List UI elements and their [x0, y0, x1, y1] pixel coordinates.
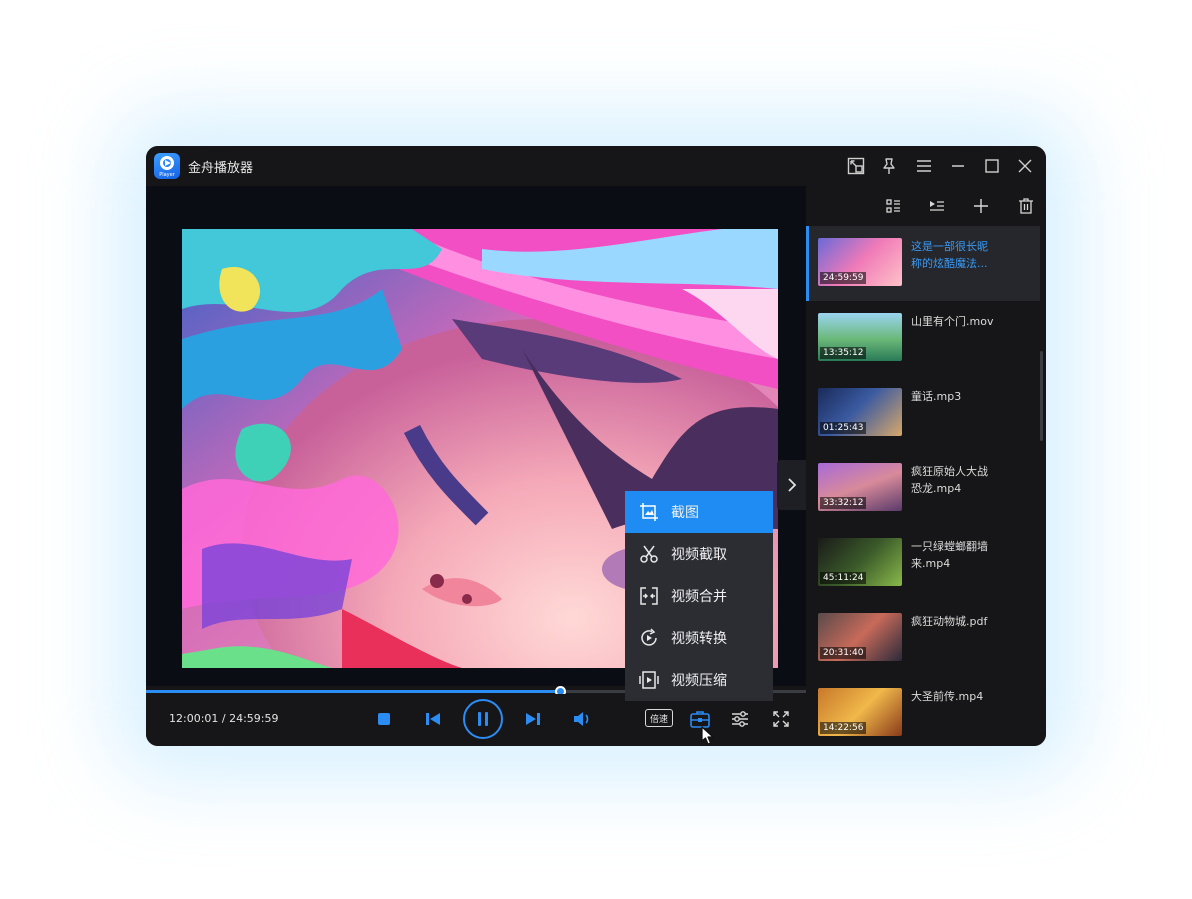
playlist-item[interactable]: 20:31:40 疯狂动物城.pdf [806, 601, 1040, 676]
video-thumbnail: 13:35:12 [818, 313, 902, 361]
menu-item-label: 截图 [671, 505, 699, 521]
video-thumbnail: 14:22:56 [818, 688, 902, 736]
duration-label: 14:22:56 [820, 722, 867, 734]
merge-icon [639, 586, 659, 606]
previous-button[interactable] [423, 709, 443, 729]
playlist-item-title: 一只绿螳螂翻墙来.mp4 [911, 540, 988, 570]
delete-button[interactable] [1014, 194, 1038, 218]
playlist-item-title: 童话.mp3 [911, 390, 962, 403]
pin-button[interactable] [877, 154, 901, 178]
maximize-icon [985, 159, 999, 173]
menu-item-video-convert[interactable]: 视频转换 [625, 617, 773, 659]
next-button[interactable] [523, 709, 543, 729]
minimize-icon [952, 165, 964, 167]
convert-icon [639, 628, 659, 648]
menu-button[interactable] [912, 154, 936, 178]
list-view-icon [886, 199, 900, 213]
app-logo-icon: Player [154, 153, 180, 179]
stop-icon [378, 713, 390, 725]
playlist-item-title: 疯狂原始人大战恐龙.mp4 [911, 465, 988, 495]
play-mode-button[interactable] [925, 194, 949, 218]
close-button[interactable] [1013, 154, 1037, 178]
video-thumbnail: 45:11:24 [818, 538, 902, 586]
playlist-item-title: 疯狂动物城.pdf [911, 615, 988, 628]
app-title: 金舟播放器 [188, 161, 254, 176]
duration-label: 24:59:59 [820, 272, 867, 284]
menu-item-label: 视频截取 [671, 547, 727, 563]
time-display: 12:00:01 / 24:59:59 [169, 712, 279, 725]
menu-item-video-compress[interactable]: 视频压缩 [625, 659, 773, 701]
settings-button[interactable] [729, 708, 751, 730]
playlist-item-title: 这是一部很长昵称的炫酷魔法... [911, 240, 988, 270]
minimize-button[interactable] [946, 154, 970, 178]
chevron-right-icon [788, 478, 797, 492]
speed-button[interactable]: 倍速 [645, 709, 673, 727]
playlist-item[interactable]: 45:11:24 一只绿螳螂翻墙来.mp4 [806, 526, 1040, 601]
menu-item-screenshot[interactable]: 截图 [625, 491, 773, 533]
volume-button[interactable] [572, 709, 592, 729]
video-thumbnail: 20:31:40 [818, 613, 902, 661]
title-bar: Player 金舟播放器 [146, 146, 1046, 186]
add-file-button[interactable] [969, 194, 993, 218]
sliders-icon [732, 711, 748, 727]
video-thumbnail: 33:32:12 [818, 463, 902, 511]
duration-label: 45:11:24 [820, 572, 867, 584]
playlist-item[interactable]: 14:22:56 大圣前传.mp4 [806, 676, 1040, 746]
app-logo-text: Player [159, 172, 175, 178]
pause-button[interactable] [463, 699, 503, 739]
playlist-item[interactable]: 13:35:12 山里有个门.mov [806, 301, 1040, 376]
video-thumbnail: 24:59:59 [818, 238, 902, 286]
collapse-sidebar-button[interactable] [777, 460, 807, 510]
menu-item-label: 视频合并 [671, 589, 727, 605]
playlist-item-title: 山里有个门.mov [911, 315, 994, 328]
playlist-scrollbar[interactable] [1040, 351, 1043, 441]
hamburger-icon [917, 160, 931, 172]
scissors-icon [639, 544, 659, 564]
pin-icon [883, 158, 895, 174]
duration-label: 20:31:40 [820, 647, 867, 659]
close-icon [1018, 159, 1032, 173]
mini-mode-icon [847, 157, 865, 175]
trash-icon [1019, 198, 1033, 214]
list-view-button[interactable] [881, 194, 905, 218]
stop-button[interactable] [374, 709, 394, 729]
playlist-item[interactable]: 24:59:59 这是一部很长昵称的炫酷魔法... [806, 226, 1040, 301]
fullscreen-icon [773, 711, 789, 727]
playlist-sidebar: 24:59:59 这是一部很长昵称的炫酷魔法... 13:35:12 山里有个门… [806, 186, 1046, 746]
player-window: Player 金舟播放器 12:00:01 / 24:59:59 倍速 截图 视… [146, 146, 1046, 746]
tools-menu: 截图 视频截取 视频合并 视频转换 视频压缩 [625, 491, 773, 701]
duration-label: 13:35:12 [820, 347, 867, 359]
seek-bar-fill [146, 690, 560, 693]
mini-mode-button[interactable] [844, 154, 868, 178]
duration-label: 01:25:43 [820, 422, 867, 434]
menu-item-video-clip[interactable]: 视频截取 [625, 533, 773, 575]
playlist-item[interactable]: 33:32:12 疯狂原始人大战恐龙.mp4 [806, 451, 1040, 526]
playlist-item-title: 大圣前传.mp4 [911, 690, 984, 703]
pause-icon [478, 712, 488, 726]
playlist-item[interactable]: 01:25:43 童话.mp3 [806, 376, 1040, 451]
menu-item-label: 视频压缩 [671, 673, 727, 689]
playlist-toolbar [806, 186, 1046, 226]
skip-next-icon [526, 713, 540, 725]
duration-label: 33:32:12 [820, 497, 867, 509]
fullscreen-button[interactable] [770, 708, 792, 730]
compress-icon [639, 670, 659, 690]
skip-previous-icon [426, 713, 440, 725]
playlist-play-icon [930, 201, 944, 211]
mouse-cursor-icon [701, 726, 714, 745]
maximize-button[interactable] [980, 154, 1004, 178]
menu-item-video-merge[interactable]: 视频合并 [625, 575, 773, 617]
playlist: 24:59:59 这是一部很长昵称的炫酷魔法... 13:35:12 山里有个门… [806, 226, 1046, 746]
volume-icon [574, 712, 589, 726]
plus-icon [974, 199, 988, 213]
menu-item-label: 视频转换 [671, 631, 727, 647]
video-thumbnail: 01:25:43 [818, 388, 902, 436]
screenshot-icon [639, 502, 659, 522]
